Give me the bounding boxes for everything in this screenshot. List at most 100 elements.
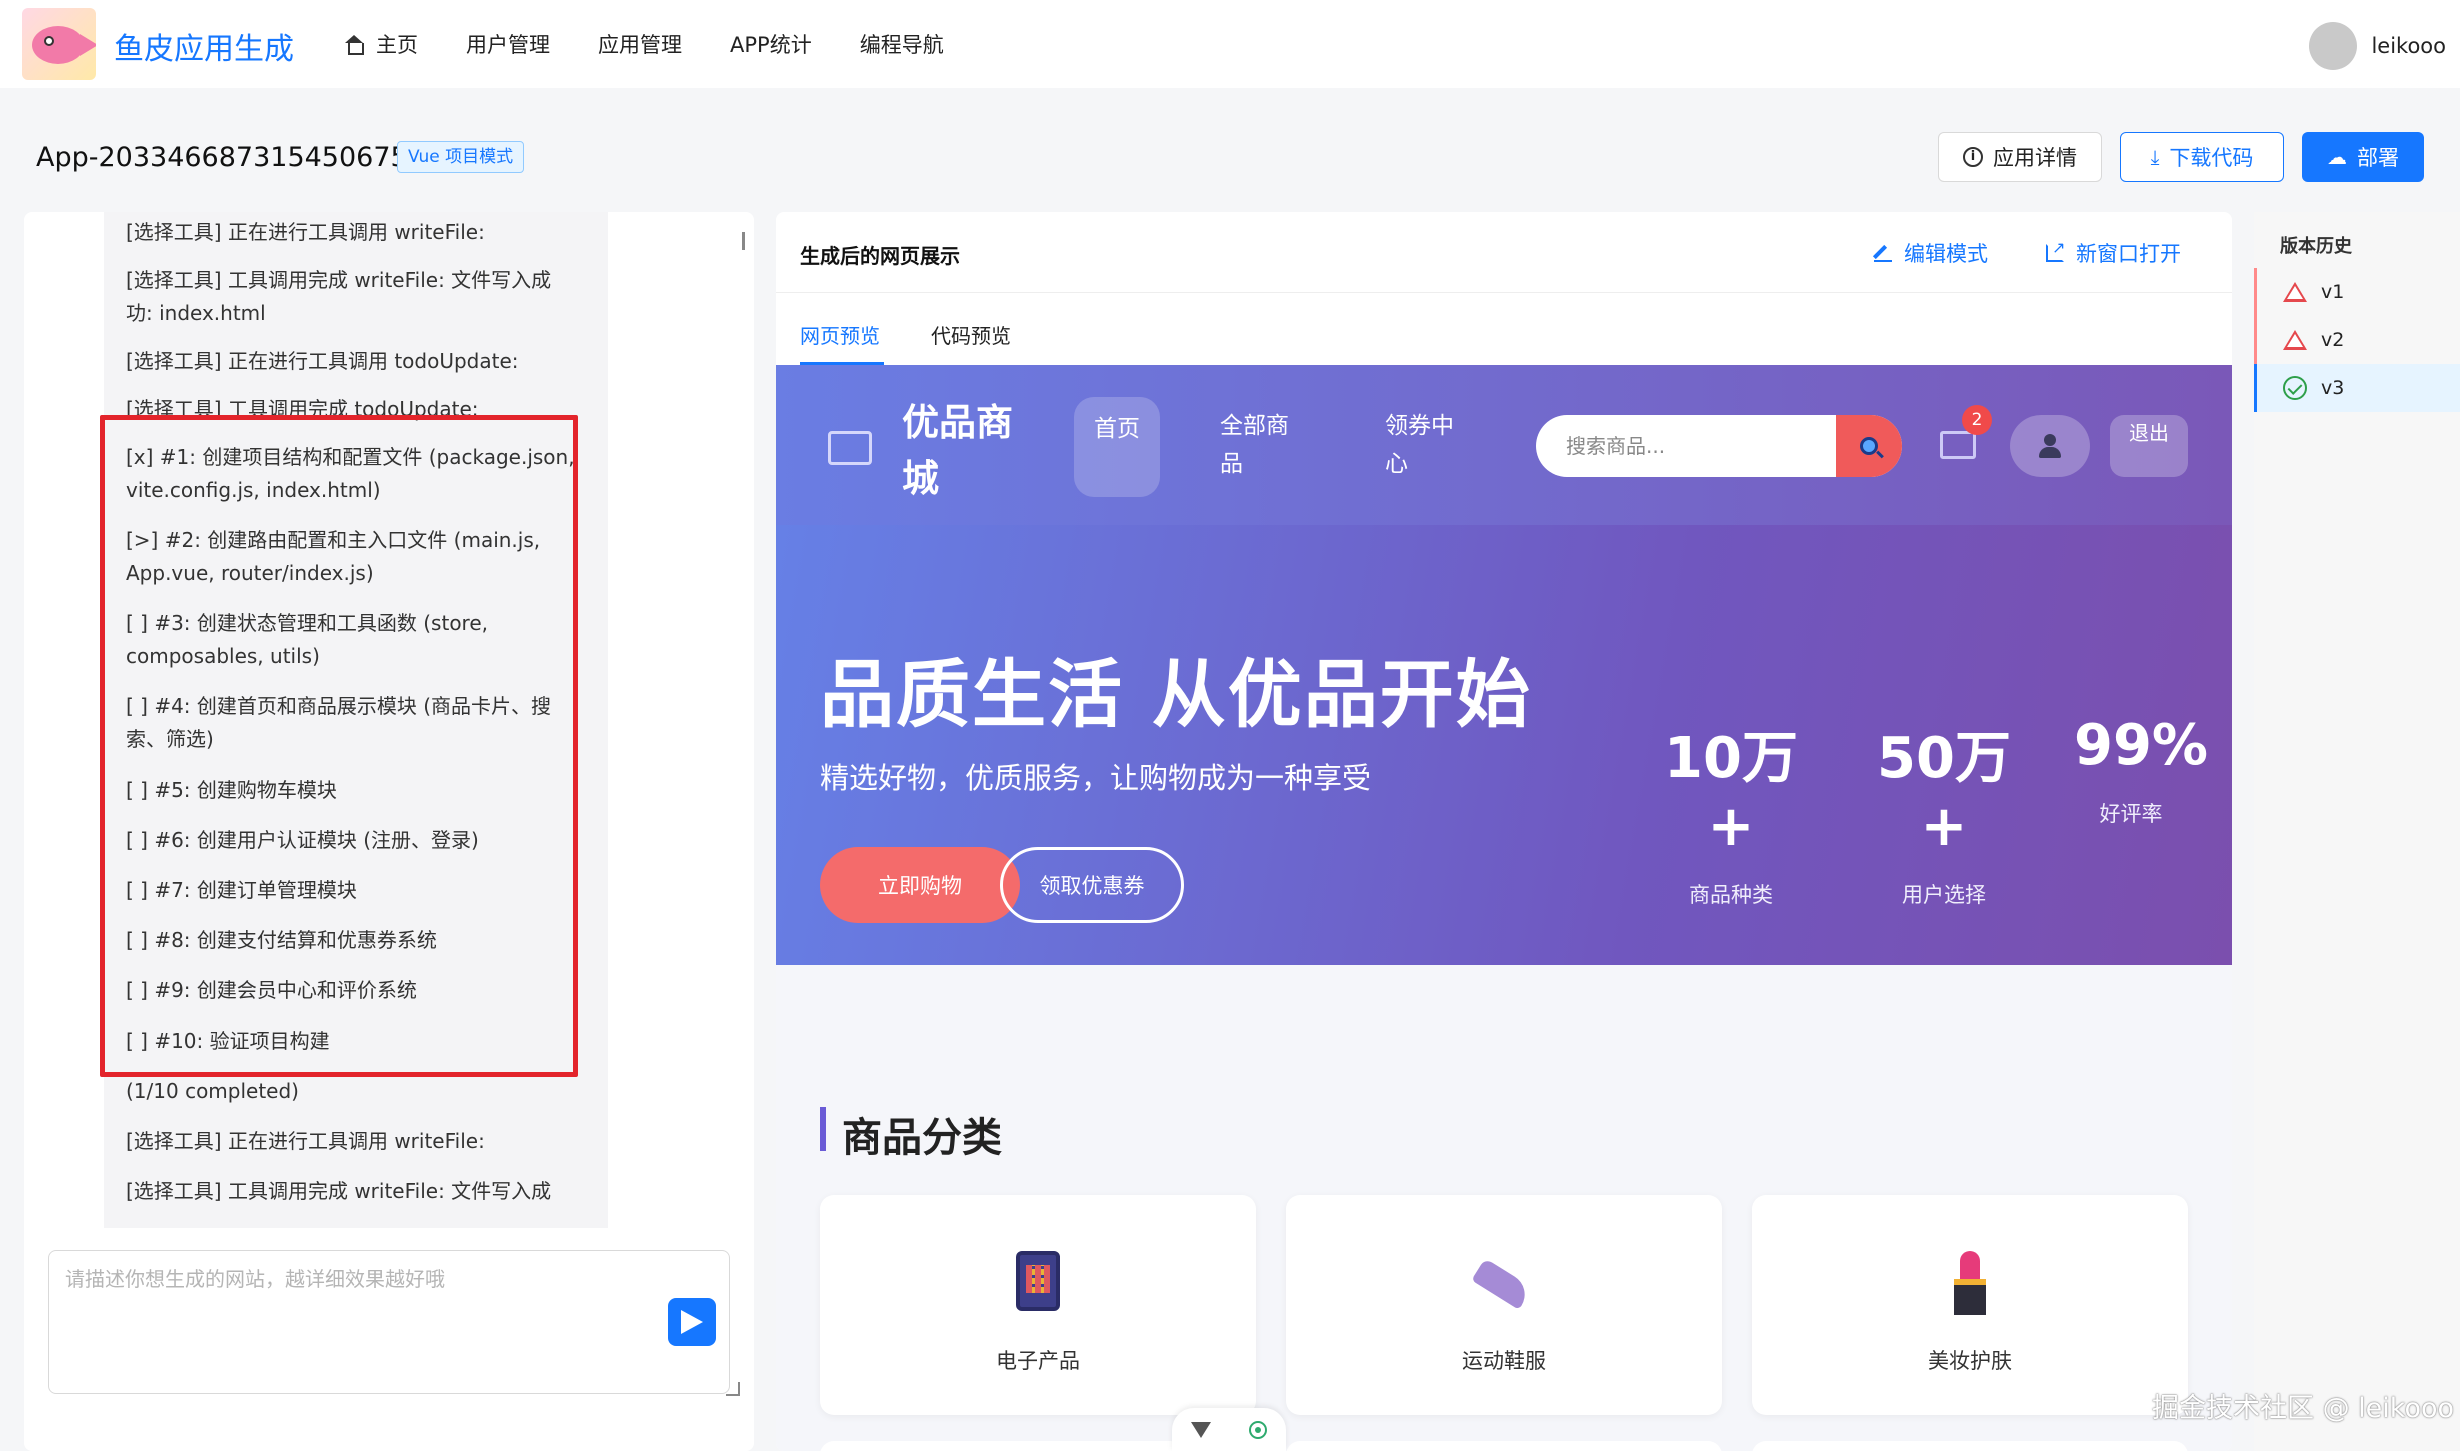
category-card-partial xyxy=(1286,1441,1722,1451)
message-line: [选择工具] 工具调用完成 writeFile: 文件写入成 xyxy=(126,268,552,292)
send-icon xyxy=(681,1310,703,1334)
preview-panel: 生成后的网页展示 编辑模式 新窗口打开 网页预览 代码预览 优品商城 首页 全部… xyxy=(776,212,2232,1451)
stat-number: 50万+ xyxy=(1877,726,2011,859)
download-icon: ⤓ xyxy=(2150,145,2160,169)
shop-now-button[interactable]: 立即购物 xyxy=(820,847,1020,923)
prompt-input[interactable] xyxy=(49,1251,729,1393)
site-brand[interactable]: 优品商城 xyxy=(902,395,1022,507)
check-circle-icon xyxy=(2283,376,2307,400)
warning-icon xyxy=(2283,282,2307,302)
stat-label: 用户选择 xyxy=(1902,883,1986,907)
site-search-input[interactable] xyxy=(1536,415,1836,477)
search-icon xyxy=(1860,437,1878,455)
lipstick-icon xyxy=(1948,1251,1992,1315)
category-card-beauty[interactable]: 美妆护肤 xyxy=(1752,1195,2188,1415)
preview-divider xyxy=(776,292,2232,293)
download-code-button[interactable]: ⤓ 下载代码 xyxy=(2120,132,2284,182)
open-new-window-button[interactable]: 新窗口打开 xyxy=(2046,238,2181,268)
message-line: [选择工具] 正在进行工具调用 writeFile: xyxy=(126,220,485,244)
site-preview-frame: 优品商城 首页 全部商品 领券中心 2 退出 品质生活 从优品开始 精选好物，优… xyxy=(776,365,2232,1451)
message-line: (1/10 completed) xyxy=(126,1079,299,1103)
mode-tag: Vue 项目模式 xyxy=(397,141,525,173)
category-card-sportswear[interactable]: 运动鞋服 xyxy=(1286,1195,1722,1415)
category-card-electronics[interactable]: 电子产品 xyxy=(820,1195,1256,1415)
hero-subtitle: 精选好物，优质服务，让购物成为一种享受 xyxy=(820,761,1372,795)
info-icon: i xyxy=(1963,147,1983,167)
category-label: 电子产品 xyxy=(996,1349,1080,1373)
cloud-upload-icon: ☁ xyxy=(2327,145,2347,169)
warning-icon xyxy=(2283,330,2307,350)
menu-item-users[interactable]: 用户管理 xyxy=(466,29,550,59)
main-menu: 主页 用户管理 应用管理 APP统计 编程导航 xyxy=(344,0,992,88)
stat-number: 99% xyxy=(2074,713,2209,778)
open-new-window-label: 新窗口打开 xyxy=(2076,242,2181,266)
fish-logo-icon[interactable] xyxy=(22,8,96,80)
app-title: App-2033466873154506753 xyxy=(36,142,425,173)
chat-scrollbar[interactable] xyxy=(742,232,745,250)
tab-web-preview[interactable]: 网页预览 xyxy=(800,320,880,349)
message-line: [选择工具] 正在进行工具调用 writeFile: xyxy=(126,1129,485,1153)
todo-highlight-box xyxy=(100,415,578,1077)
version-label: v1 xyxy=(2321,281,2345,303)
version-label: v3 xyxy=(2321,377,2345,399)
download-code-label: 下载代码 xyxy=(2169,146,2254,170)
cart-icon[interactable] xyxy=(1940,431,1976,459)
send-button[interactable] xyxy=(668,1298,716,1346)
category-label: 运动鞋服 xyxy=(1462,1349,1546,1373)
stat-products: 10万+ 商品种类 xyxy=(1648,713,1814,909)
version-history-title: 版本历史 xyxy=(2280,236,2352,257)
preview-title: 生成后的网页展示 xyxy=(800,244,960,268)
stat-label: 商品种类 xyxy=(1689,883,1773,907)
version-item-v1[interactable]: v1 xyxy=(2254,268,2460,316)
app-detail-label: 应用详情 xyxy=(1993,146,2077,170)
inspector-target-icon[interactable] xyxy=(1249,1420,1267,1439)
brand-name[interactable]: 鱼皮应用生成 xyxy=(114,24,294,68)
site-logout-button[interactable]: 退出 xyxy=(2110,415,2188,477)
message-line: [选择工具] 正在进行工具调用 todoUpdate: xyxy=(126,349,519,373)
version-item-v2[interactable]: v2 xyxy=(2254,316,2460,364)
section-title: 商品分类 xyxy=(842,1115,1002,1161)
shopping-cart-icon xyxy=(828,431,872,465)
stat-number: 10万+ xyxy=(1664,726,1798,859)
home-icon xyxy=(344,35,364,55)
vue-icon[interactable] xyxy=(1191,1421,1211,1438)
edit-mode-button[interactable]: 编辑模式 xyxy=(1874,238,1988,268)
menu-item-app-stats[interactable]: APP统计 xyxy=(730,29,812,59)
menu-item-apps[interactable]: 应用管理 xyxy=(598,29,682,59)
resize-grip-icon[interactable] xyxy=(726,1382,740,1396)
devtools-toolbar[interactable] xyxy=(1172,1408,1286,1451)
site-user-button[interactable] xyxy=(2010,415,2090,477)
version-item-v3[interactable]: v3 xyxy=(2254,364,2460,412)
sneaker-icon xyxy=(1474,1251,1534,1311)
prompt-input-box[interactable] xyxy=(48,1250,730,1394)
menu-item-coding-nav[interactable]: 编程导航 xyxy=(860,29,944,59)
site-nav-coupon-center[interactable]: 领券中心 xyxy=(1385,407,1475,483)
menu-item-label: 主页 xyxy=(376,33,418,57)
section-accent-bar xyxy=(820,1107,826,1151)
phone-icon xyxy=(1016,1251,1060,1311)
app-detail-button[interactable]: i 应用详情 xyxy=(1938,132,2102,182)
category-card-partial xyxy=(1752,1441,2188,1451)
user-icon xyxy=(2039,434,2061,458)
user-menu[interactable]: leikooo xyxy=(2309,22,2446,70)
site-search-button[interactable] xyxy=(1836,415,1902,477)
stat-rating: 99% 好评率 xyxy=(2074,713,2209,828)
menu-item-home[interactable]: 主页 xyxy=(344,29,418,59)
category-label: 美妆护肤 xyxy=(1928,1349,2012,1373)
avatar[interactable] xyxy=(2309,22,2358,70)
tab-code-preview[interactable]: 代码预览 xyxy=(931,320,1011,349)
stat-users: 50万+ 用户选择 xyxy=(1862,713,2026,909)
site-nav-home[interactable]: 首页 xyxy=(1074,397,1160,497)
username: leikooo xyxy=(2371,34,2446,58)
message-line: 功: index.html xyxy=(126,301,266,325)
edit-mode-label: 编辑模式 xyxy=(1904,242,1988,266)
top-nav: 鱼皮应用生成 主页 用户管理 应用管理 APP统计 编程导航 leikooo xyxy=(0,0,2460,88)
deploy-button[interactable]: ☁ 部署 xyxy=(2302,132,2424,182)
stat-label: 好评率 xyxy=(2099,802,2163,826)
message-line: [选择工具] 工具调用完成 writeFile: 文件写入成 xyxy=(126,1179,552,1203)
site-nav-all-products[interactable]: 全部商品 xyxy=(1220,407,1310,483)
pencil-icon xyxy=(1874,244,1892,262)
get-coupon-button[interactable]: 领取优惠券 xyxy=(1000,847,1184,923)
external-link-icon xyxy=(2046,238,2065,262)
version-label: v2 xyxy=(2321,329,2345,351)
